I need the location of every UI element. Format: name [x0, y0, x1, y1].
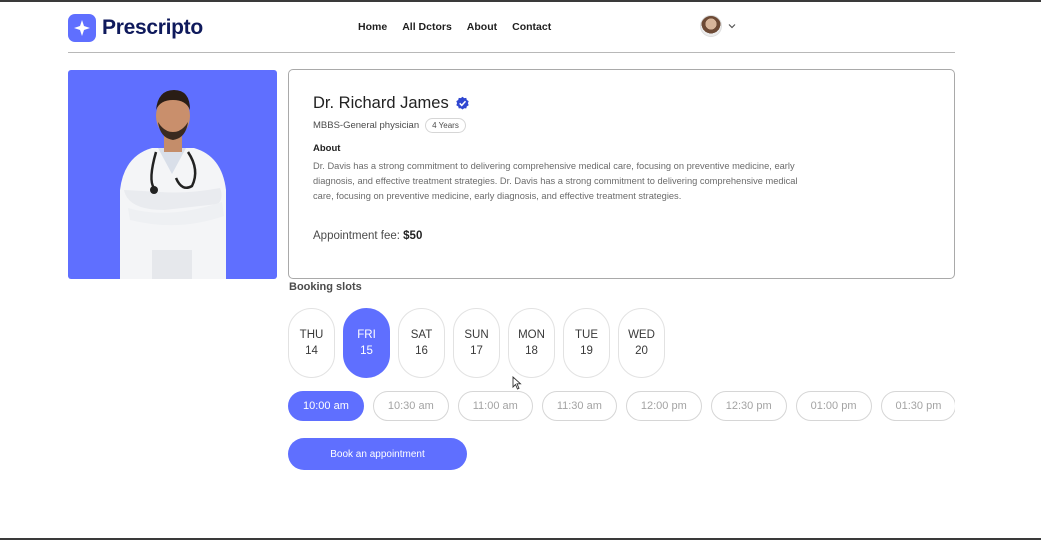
nav-home[interactable]: Home: [358, 21, 387, 33]
day-slot[interactable]: SAT 16: [398, 308, 445, 378]
about-label: About: [313, 143, 341, 154]
day-name: MON: [518, 329, 545, 341]
doctor-info-card: Dr. Richard James MBBS-General physician…: [288, 69, 955, 279]
logo[interactable]: Prescripto: [68, 13, 203, 43]
mouse-cursor-icon: [512, 376, 522, 390]
day-slot[interactable]: TUE 19: [563, 308, 610, 378]
day-name: THU: [299, 329, 324, 341]
day-name: SAT: [410, 329, 433, 341]
nav-links: Home All Dctors About Contact: [358, 21, 551, 33]
doctor-illustration: [120, 90, 226, 279]
time-slot-selected[interactable]: 10:00 am: [288, 391, 364, 421]
time-slot[interactable]: 11:30 am: [541, 391, 617, 421]
day-slot[interactable]: WED 20: [618, 308, 665, 378]
day-name: FRI: [357, 329, 376, 341]
degree-row: MBBS-General physician 4 Years: [313, 118, 466, 133]
navbar: Prescripto Home All Dctors About Contact: [68, 2, 955, 53]
day-slot-selected[interactable]: FRI 15: [343, 308, 390, 378]
profile-menu[interactable]: [700, 15, 737, 37]
brand-name: Prescripto: [102, 16, 203, 39]
day-date: 17: [470, 345, 483, 357]
about-text: Dr. Davis has a strong commitment to del…: [313, 161, 798, 202]
time-slot[interactable]: 12:30 pm: [710, 391, 787, 421]
day-date: 20: [635, 345, 648, 357]
about-title: About: [313, 143, 340, 154]
time-slots[interactable]: 10:00 am 10:30 am 11:00 am 11:30 am 12:0…: [288, 391, 955, 423]
doctor-name: Dr. Richard James: [313, 94, 449, 112]
day-date: 19: [580, 345, 593, 357]
user-avatar[interactable]: [700, 15, 722, 37]
doctor-photo: [68, 70, 277, 279]
chevron-down-icon[interactable]: [727, 21, 737, 31]
day-date: 18: [525, 345, 538, 357]
day-name: TUE: [575, 329, 598, 341]
doctor-name-row: Dr. Richard James: [313, 94, 470, 113]
appointment-fee: Appointment fee: $50: [313, 230, 422, 242]
booking-slots-title: Booking slots: [289, 281, 362, 293]
nav-about[interactable]: About: [467, 21, 497, 33]
day-slot[interactable]: THU 14: [288, 308, 335, 378]
time-slot[interactable]: 10:30 am: [372, 391, 449, 421]
day-name: WED: [628, 329, 655, 341]
time-slot[interactable]: 01:00 pm: [795, 391, 872, 421]
logo-icon: [68, 14, 96, 42]
day-date: 14: [305, 345, 318, 357]
day-slots: THU 14 FRI 15 SAT 16 SUN 17 MON 18 TUE 1…: [288, 308, 665, 378]
nav-all-doctors[interactable]: All Dctors: [402, 21, 452, 33]
time-slot[interactable]: 11:00 am: [457, 391, 533, 421]
day-slot[interactable]: MON 18: [508, 308, 555, 378]
book-appointment-button[interactable]: Book an appointment: [288, 438, 467, 470]
day-name: SUN: [464, 329, 489, 341]
day-slot[interactable]: SUN 17: [453, 308, 500, 378]
experience-badge: 4 Years: [425, 118, 466, 133]
day-date: 15: [360, 345, 373, 357]
verified-icon: [456, 96, 469, 110]
fee-value: $50: [403, 230, 423, 242]
fee-label: Appointment fee:: [313, 230, 400, 242]
time-slot[interactable]: 12:00 pm: [625, 391, 702, 421]
day-date: 16: [415, 345, 428, 357]
time-slot[interactable]: 01:30 pm: [880, 391, 955, 421]
nav-contact[interactable]: Contact: [512, 21, 551, 33]
doctor-degree: MBBS-General physician: [313, 120, 420, 131]
